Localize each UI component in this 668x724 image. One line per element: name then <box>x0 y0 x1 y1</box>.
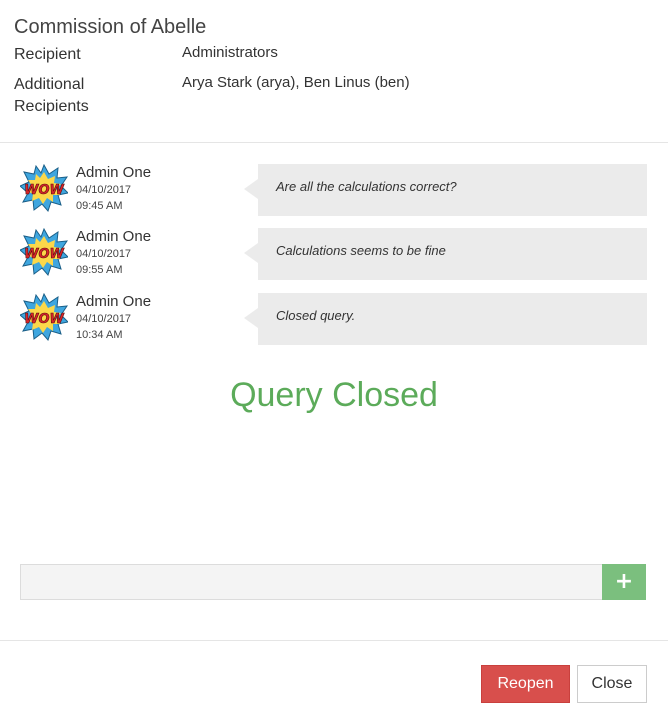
comment-input[interactable] <box>20 564 602 600</box>
message-time: 10:34 AM <box>76 329 123 341</box>
wow-avatar-icon: WOW <box>20 164 68 212</box>
message-time: 09:55 AM <box>76 264 123 276</box>
close-button[interactable]: Close <box>577 665 647 703</box>
plus-icon: + <box>614 569 634 594</box>
message-date: 04/10/2017 <box>76 184 132 196</box>
dialog-footer: Reopen Close <box>0 640 668 724</box>
reopen-button[interactable]: Reopen <box>481 665 570 703</box>
additional-recipients-label-line2: Recipients <box>14 98 89 115</box>
message-item: WOW Admin One 04/10/2017 09:55 AM Calcul… <box>20 228 648 284</box>
query-header: Commission of Abelle Recipient Administr… <box>0 0 668 143</box>
dialog-title: Commission of Abelle <box>14 16 207 38</box>
recipient-label: Recipient <box>14 46 81 63</box>
message-bubble: Are all the calculations correct? <box>244 164 647 216</box>
svg-text:WOW: WOW <box>24 183 64 198</box>
wow-avatar-icon: WOW <box>20 228 68 276</box>
message-date: 04/10/2017 <box>76 313 132 325</box>
message-date: 04/10/2017 <box>76 248 132 260</box>
message-author: Admin One <box>76 228 152 245</box>
wow-avatar-icon: WOW <box>20 293 68 341</box>
svg-text:WOW: WOW <box>24 247 64 262</box>
svg-text:WOW: WOW <box>24 312 64 327</box>
comment-composer: + <box>20 564 646 600</box>
message-bubble: Closed query. <box>244 293 647 345</box>
message-author: Admin One <box>76 293 152 310</box>
message-time: 09:45 AM <box>76 200 123 212</box>
message-bubble: Calculations seems to be fine <box>244 228 647 280</box>
query-status: Query Closed <box>230 376 438 414</box>
add-comment-button[interactable]: + <box>602 564 646 600</box>
message-item: WOW Admin One 04/10/2017 10:34 AM Closed… <box>20 293 648 349</box>
message-item: WOW Admin One 04/10/2017 09:45 AM Are al… <box>20 164 648 220</box>
recipient-value: Administrators <box>182 44 278 61</box>
message-author: Admin One <box>76 164 152 181</box>
additional-recipients-value: Arya Stark (arya), Ben Linus (ben) <box>182 74 410 91</box>
additional-recipients-label-line1: Additional <box>14 76 85 93</box>
